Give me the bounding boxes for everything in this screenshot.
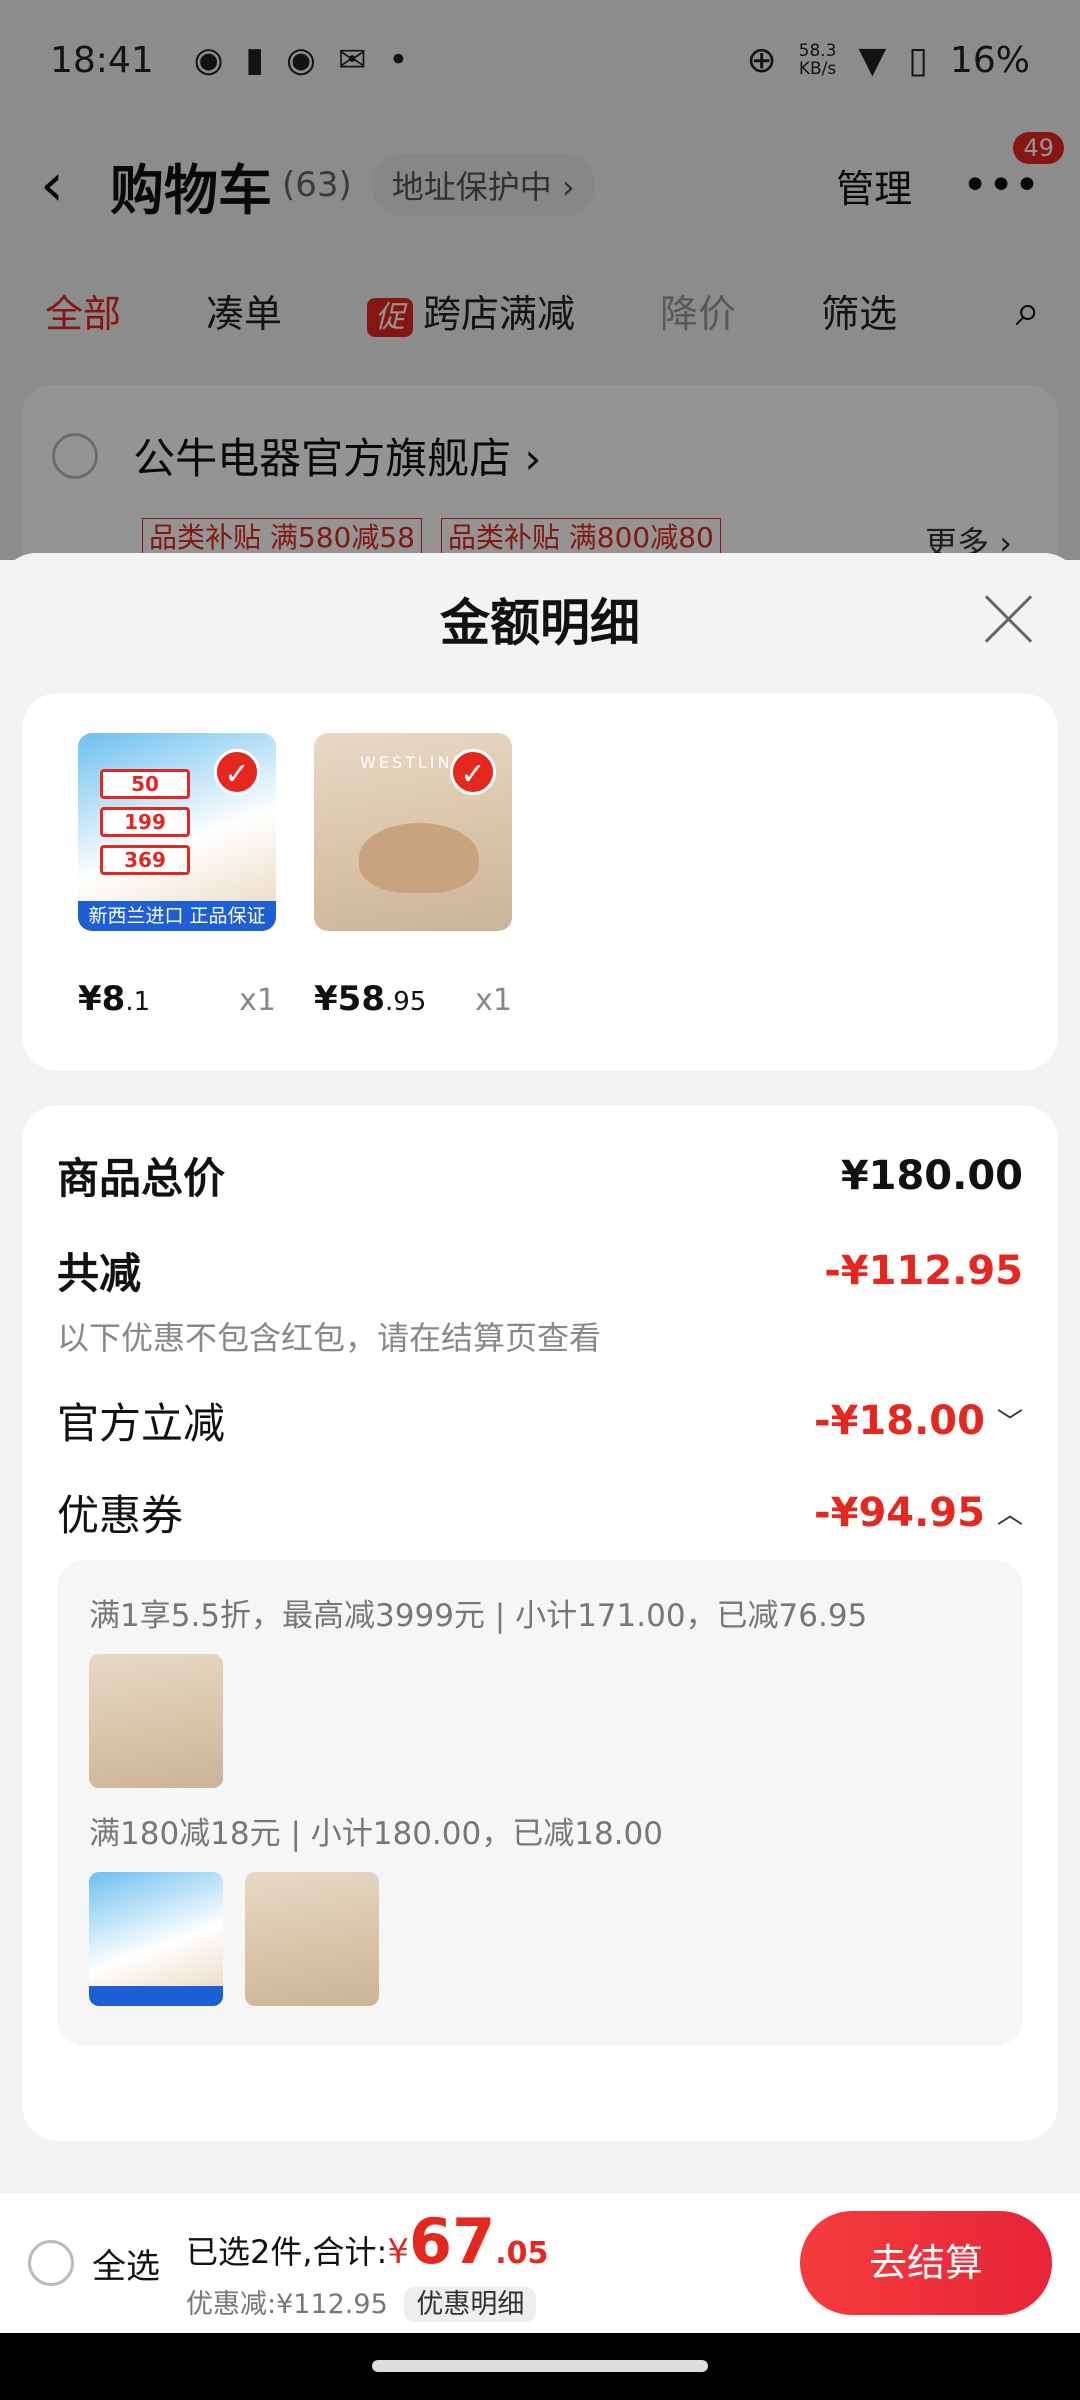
close-icon[interactable]	[983, 593, 1035, 645]
select-all-label[interactable]: 全选	[92, 2239, 160, 2288]
product-mini-thumbnail	[89, 1654, 223, 1788]
modal-backdrop[interactable]	[0, 0, 1080, 560]
system-nav-bar	[0, 2333, 1080, 2400]
product-item[interactable]: WESTLINK ✓ ¥58.95 x1	[314, 733, 512, 1019]
home-gesture-bar[interactable]	[372, 2360, 708, 2372]
total-discount-row: 共减 -¥112.95	[57, 1240, 1023, 1301]
total-amount-integer: 67	[408, 2205, 496, 2278]
selected-products-card: 50 199 369 ✓ 新西兰进口 正品保证 ¥8.1 x1 WESTLINK…	[22, 693, 1058, 1071]
official-discount-value: -¥18.00	[814, 1397, 985, 1444]
product-mini-thumbnail	[89, 1872, 223, 2006]
official-discount-label: 官方立减	[57, 1399, 226, 1448]
select-all-radio[interactable]	[28, 2240, 74, 2286]
discount-note: 以下优惠不包含红包，请在结算页查看	[57, 1319, 602, 1357]
product-price: ¥8.1	[78, 979, 151, 1019]
product-quantity: x1	[239, 983, 276, 1018]
total-amount-decimal: .05	[495, 2236, 549, 2271]
product-quantity: x1	[475, 983, 512, 1018]
coupon-rule-1: 满1享5.5折，最高减3999元 | 小计171.00，已减76.95	[89, 1598, 868, 1634]
total-price-value: ¥180.00	[840, 1152, 1023, 1199]
price-summary-card: 商品总价 ¥180.00 共减 -¥112.95 以下优惠不包含红包，请在结算页…	[22, 1105, 1058, 2141]
thumbnail-price-tags: 50 199 369	[100, 769, 190, 883]
check-icon: ✓	[214, 749, 260, 795]
product-thumbnail: 50 199 369 ✓ 新西兰进口 正品保证	[78, 733, 276, 931]
discount-detail-button[interactable]: 优惠明细	[404, 2287, 537, 2322]
amount-detail-sheet: 金额明细 50 199 369 ✓ 新西兰进口 正品保证 ¥8.1 x1 WES…	[0, 553, 1080, 2193]
shoe-image	[359, 823, 479, 893]
check-icon: ✓	[450, 749, 496, 795]
order-total: 已选2件,合计: ¥ 67 .05 优惠减:¥112.95 优惠明细	[186, 2205, 549, 2322]
thumbnail-banner: 新西兰进口 正品保证	[78, 901, 276, 931]
total-price-label: 商品总价	[57, 1154, 226, 1203]
coupon-row[interactable]: 优惠券 -¥94.95 ︿	[57, 1482, 1023, 1543]
coupon-label: 优惠券	[57, 1491, 184, 1540]
coupon-rule-2: 满180减18元 | 小计180.00，已减18.00	[89, 1816, 663, 1852]
official-discount-row[interactable]: 官方立减 -¥18.00 ﹀	[57, 1390, 1023, 1451]
total-discount-value: -¥112.95	[824, 1247, 1023, 1294]
coupon-detail-box: 满1享5.5折，最高减3999元 | 小计171.00，已减76.95 满180…	[57, 1560, 1023, 2046]
coupon-2-products	[89, 1872, 991, 2006]
product-mini-thumbnail	[245, 1872, 379, 2006]
coupon-value: -¥94.95	[814, 1489, 985, 1536]
product-price: ¥58.95	[314, 979, 427, 1019]
total-discount-label: 共减	[57, 1249, 142, 1298]
chevron-up-icon[interactable]: ︿	[997, 1494, 1023, 1531]
total-price-row: 商品总价 ¥180.00	[57, 1145, 1023, 1206]
chevron-down-icon[interactable]: ﹀	[997, 1402, 1023, 1439]
product-item[interactable]: 50 199 369 ✓ 新西兰进口 正品保证 ¥8.1 x1	[78, 733, 276, 1019]
checkout-button[interactable]: 去结算	[800, 2211, 1052, 2315]
sheet-title: 金额明细	[440, 594, 640, 652]
currency-symbol: ¥	[387, 2232, 409, 2272]
product-thumbnail: WESTLINK ✓	[314, 733, 512, 931]
discount-summary: 优惠减:¥112.95	[186, 2289, 388, 2320]
coupon-1-products	[89, 1654, 991, 1788]
selected-count: 已选2件,合计:	[186, 2233, 388, 2271]
checkout-bar: 全选 已选2件,合计: ¥ 67 .05 优惠减:¥112.95 优惠明细 去结…	[0, 2193, 1080, 2333]
